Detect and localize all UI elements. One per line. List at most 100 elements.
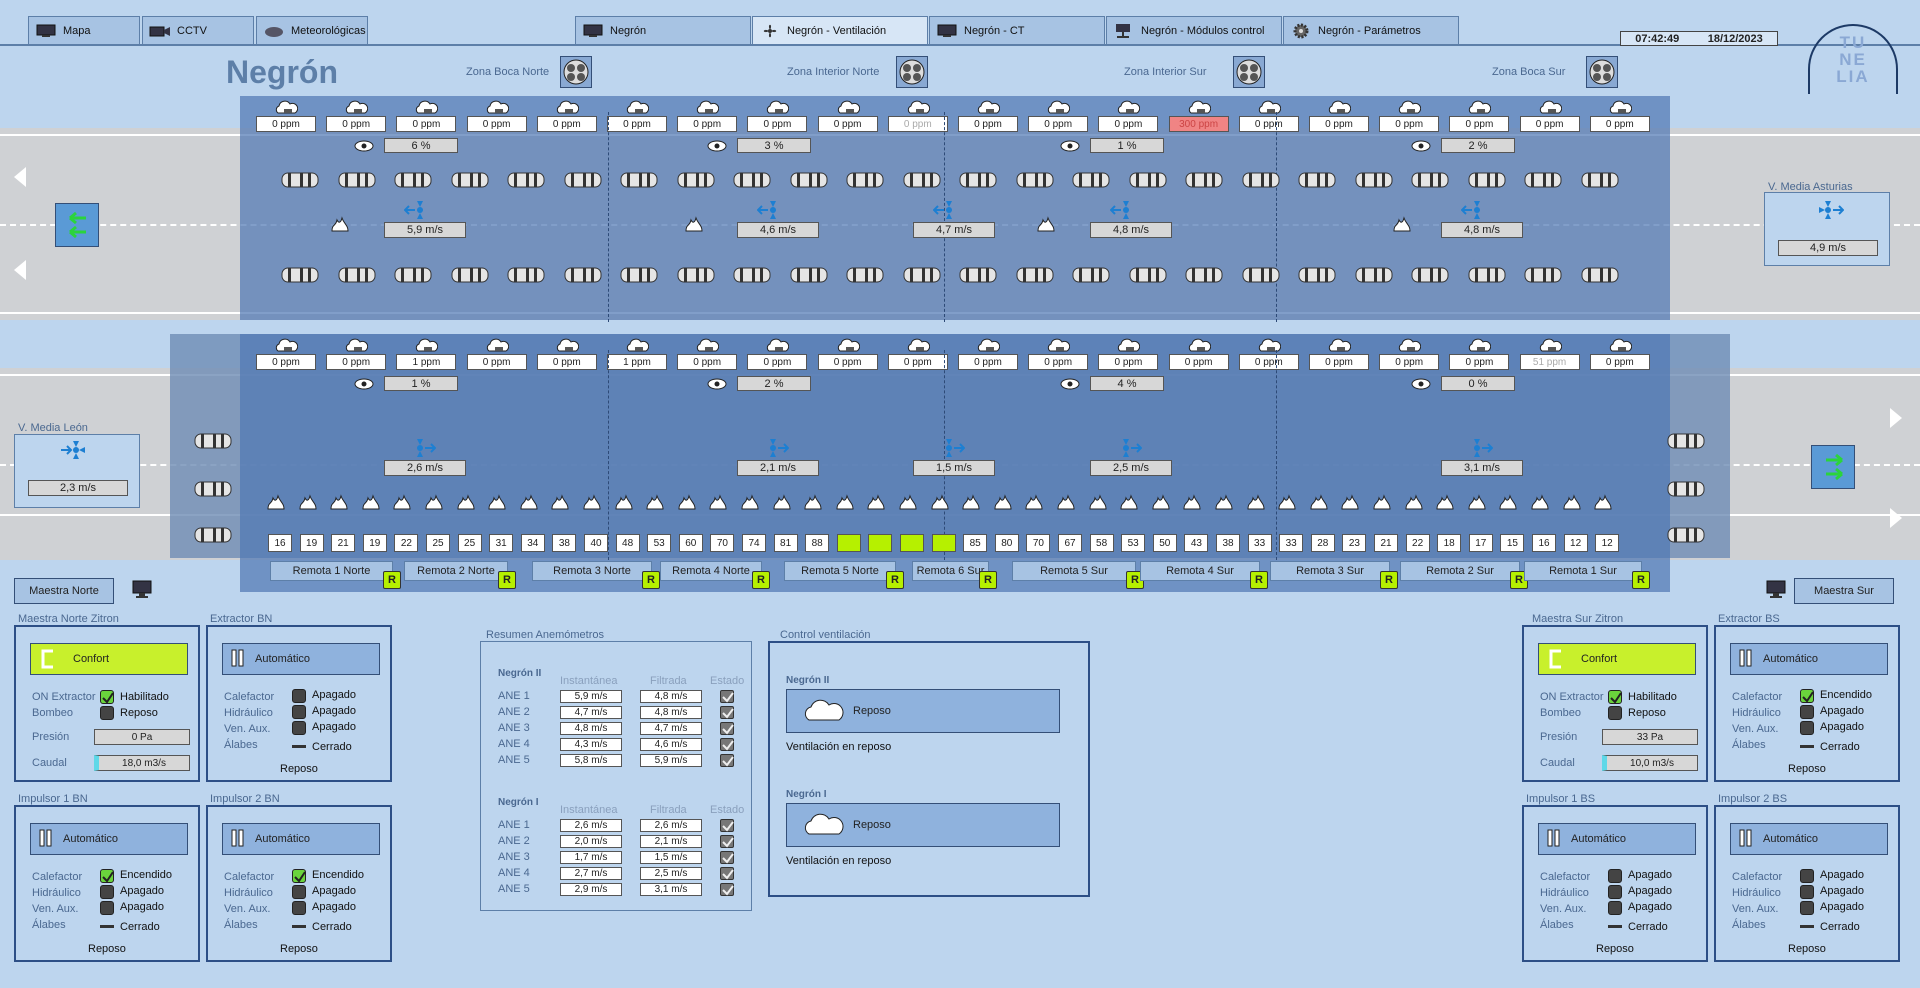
- remota-button[interactable]: Remota 5 Norte: [784, 561, 896, 581]
- vehicle-counter: 53: [1121, 534, 1146, 552]
- mode-button[interactable]: Automático: [1730, 643, 1888, 675]
- zone-fan-button[interactable]: [560, 56, 592, 88]
- ventilation-state-button[interactable]: Reposo: [786, 803, 1060, 847]
- cloud-sensor-icon: [1397, 336, 1422, 354]
- fire-detector-icon: [1340, 494, 1360, 512]
- fire-detector-icon: [740, 494, 760, 512]
- field-label: Hidráulico: [1540, 887, 1589, 899]
- fire-detector-icon: [1435, 494, 1455, 512]
- tab-meteorologicas[interactable]: Meteorológicas: [256, 16, 368, 44]
- tab-negron[interactable]: Negrón: [575, 16, 751, 44]
- monitor-icon[interactable]: [1766, 580, 1786, 600]
- remote-mode-button[interactable]: R: [1380, 571, 1398, 589]
- field-label: Hidráulico: [224, 707, 273, 719]
- remote-mode-button[interactable]: R: [498, 571, 516, 589]
- field-label: Hidráulico: [1732, 707, 1781, 719]
- remota-button[interactable]: Remota 1 Sur: [1524, 561, 1642, 581]
- fan-icon: [899, 59, 925, 85]
- remote-mode-button[interactable]: R: [1632, 571, 1650, 589]
- vmedia-asturias-value: 4,9 m/s: [1778, 240, 1878, 256]
- field-label: Calefactor: [224, 691, 275, 703]
- field-label: Álabes: [1732, 739, 1766, 751]
- tab-negron-ct[interactable]: Negrón - CT: [929, 16, 1105, 44]
- check-icon: [1800, 689, 1814, 703]
- cloud-sensor-icon: [555, 336, 579, 354]
- zone-fan-button[interactable]: [1233, 56, 1265, 88]
- tab-negron-modulos[interactable]: Negrón - Módulos control: [1106, 16, 1282, 44]
- jet-fan-icon[interactable]: [403, 200, 436, 220]
- co-ppm-value: 0 ppm: [326, 354, 387, 370]
- direction-right-button[interactable]: [1811, 445, 1855, 489]
- mode-button[interactable]: Automático: [222, 823, 380, 855]
- jet-fan-icon[interactable]: [1110, 438, 1143, 458]
- field-value: Apagado: [312, 901, 357, 913]
- remote-mode-button[interactable]: R: [886, 571, 904, 589]
- remote-mode-button[interactable]: R: [642, 571, 660, 589]
- car-icon: [789, 266, 829, 284]
- cloud-sensor-icon: [344, 98, 369, 116]
- opacity-value: 1 %: [1090, 138, 1164, 153]
- tab-cctv[interactable]: CCTV: [142, 16, 254, 44]
- remota-button[interactable]: Remota 2 Sur: [1400, 561, 1520, 581]
- jet-fan-icon[interactable]: [1460, 200, 1493, 220]
- remota-button[interactable]: Remota 5 Sur: [1012, 561, 1136, 581]
- air-speed-value: 3,1 m/s: [1441, 460, 1523, 476]
- mode-button[interactable]: Confort: [30, 643, 188, 675]
- remota-button[interactable]: Remota 1 Norte: [270, 561, 393, 581]
- cloud-sensor-icon: [1327, 98, 1352, 116]
- car-icon: [958, 266, 998, 284]
- remota-button[interactable]: Remota 2 Norte: [404, 561, 508, 581]
- jet-fan-icon[interactable]: [756, 200, 789, 220]
- maestra-norte-button[interactable]: Maestra Norte: [14, 578, 114, 604]
- mode-button[interactable]: Automático: [222, 643, 380, 675]
- fan-icon: [759, 23, 781, 39]
- opacity-eye-icon: [1060, 140, 1080, 152]
- maestra-sur-button[interactable]: Maestra Sur: [1794, 578, 1894, 604]
- tab-negron-parametros[interactable]: Negrón - Parámetros: [1283, 16, 1459, 44]
- fire-detector-icon: [961, 494, 981, 512]
- remota-button[interactable]: Remota 3 Norte: [532, 561, 652, 581]
- remota-button[interactable]: Remota 4 Norte: [660, 561, 762, 581]
- jet-fan-icon[interactable]: [1109, 200, 1142, 220]
- remote-mode-button[interactable]: R: [979, 571, 997, 589]
- status-indicator: [1608, 885, 1622, 899]
- air-speed-value: 4,6 m/s: [737, 222, 819, 238]
- vehicle-counter: 25: [426, 534, 450, 552]
- mode-button[interactable]: Automático: [30, 823, 188, 855]
- fire-detector-icon: [1056, 494, 1076, 512]
- cloud-sensor-icon: [344, 336, 369, 354]
- direction-left-icon: [14, 260, 26, 280]
- control-title: Control ventilación: [780, 629, 871, 641]
- jet-fan-icon[interactable]: [932, 200, 965, 220]
- zone-fan-button[interactable]: [1586, 56, 1618, 88]
- tab-mapa[interactable]: Mapa: [28, 16, 140, 44]
- opacity-eye-icon: [1411, 378, 1431, 390]
- mode-button[interactable]: Automático: [1730, 823, 1888, 855]
- remota-button[interactable]: Remota 4 Sur: [1140, 561, 1260, 581]
- monitor-icon[interactable]: [132, 580, 152, 600]
- tab-negron-ventilacion[interactable]: Negrón - Ventilación: [752, 16, 928, 44]
- mode-button[interactable]: Automático: [1538, 823, 1696, 855]
- direction-left-button[interactable]: [55, 203, 99, 247]
- remote-mode-button[interactable]: R: [1250, 571, 1268, 589]
- mode-label: Confort: [73, 653, 110, 665]
- zone-fan-button[interactable]: [896, 56, 928, 88]
- ventilation-state-button[interactable]: Reposo: [786, 689, 1060, 733]
- pause-icon: [39, 829, 53, 850]
- jet-fan-icon[interactable]: [757, 438, 790, 458]
- remote-mode-button[interactable]: R: [383, 571, 401, 589]
- jet-fan-icon[interactable]: [933, 438, 966, 458]
- mode-button[interactable]: Confort: [1538, 643, 1696, 675]
- cloud-icon: [804, 699, 844, 721]
- remota-button[interactable]: Remota 3 Sur: [1270, 561, 1390, 581]
- fire-detector-icon: [329, 494, 349, 512]
- jet-fan-icon[interactable]: [1461, 438, 1494, 458]
- comfort-icon: [1549, 649, 1561, 669]
- vehicle-counter: 70: [710, 534, 735, 552]
- jet-fan-icon[interactable]: [404, 438, 437, 458]
- status-ok-icon: [720, 722, 734, 735]
- remote-mode-button[interactable]: R: [752, 571, 770, 589]
- remota-button[interactable]: Remota 6 Sur: [912, 561, 989, 581]
- field-label: Calefactor: [224, 871, 275, 883]
- panel-title: Impulsor 1 BN: [18, 793, 88, 805]
